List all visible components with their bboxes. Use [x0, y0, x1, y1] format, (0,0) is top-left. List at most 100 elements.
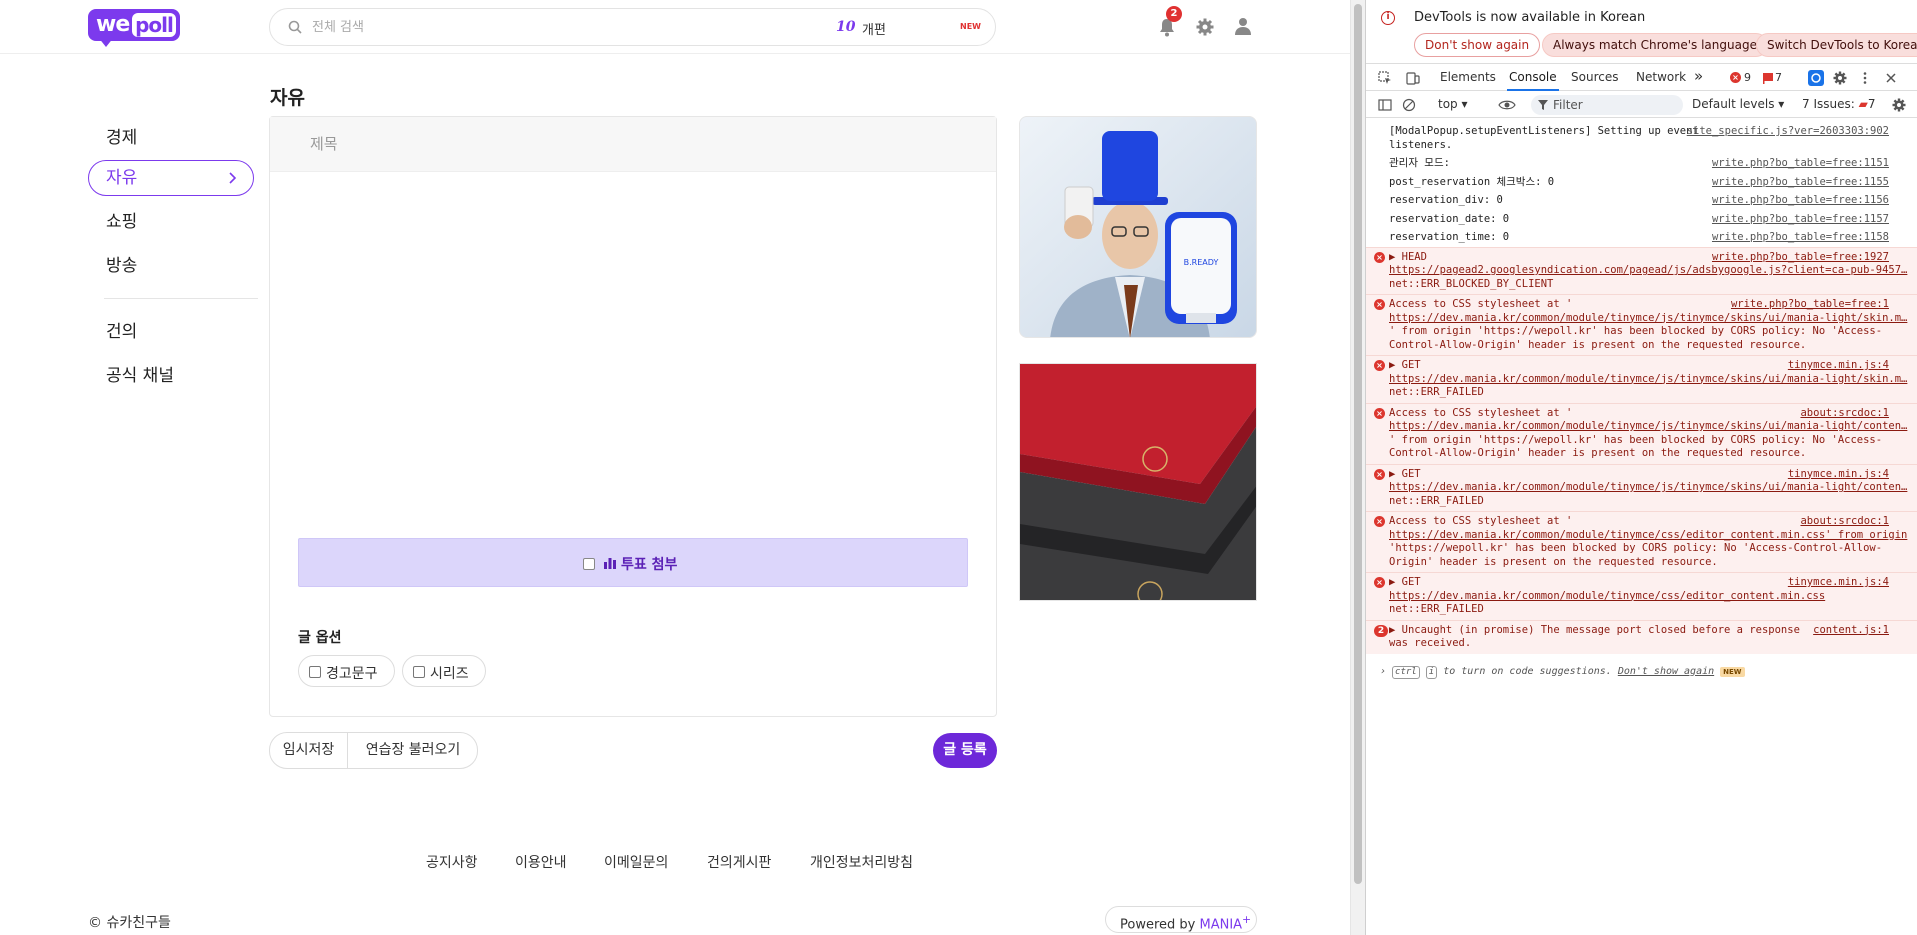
- issues-button[interactable]: 7 Issues: ▰7: [1802, 97, 1875, 111]
- footer-link-suggestion-board[interactable]: 건의게시판: [707, 852, 771, 872]
- console-error-row[interactable]: × ▶ GET https://dev.mania.kr/common/module…: [1366, 355, 1917, 403]
- console-error-row[interactable]: × Access to CSS stylesheet at ' https://de…: [1366, 511, 1917, 572]
- hint-text: to turn on code suggestions.: [1437, 665, 1618, 677]
- console-source-link[interactable]: content.js:1: [1813, 624, 1889, 638]
- console-message-line: listeners.: [1389, 138, 1453, 151]
- powered-by-badge[interactable]: Powered by MANIA+: [1105, 906, 1257, 933]
- console-log-row[interactable]: reservation_time: 0 write.php?bo_table=fr…: [1366, 228, 1917, 247]
- warning-counter[interactable]: 7: [1775, 71, 1782, 84]
- console-source-link[interactable]: about:srcdoc:1: [1800, 407, 1889, 421]
- log-levels-dropdown[interactable]: Default levels ▾: [1692, 97, 1784, 111]
- console-message-line[interactable]: https://dev.mania.kr/common/module/tinym…: [1389, 312, 1907, 326]
- switch-language-button[interactable]: Switch DevTools to Korean: [1756, 33, 1917, 57]
- console-error-row[interactable]: × Access to CSS stylesheet at ' https://de…: [1366, 402, 1917, 464]
- tab-console[interactable]: Console: [1509, 70, 1557, 84]
- sidebar-item-economy[interactable]: 경제: [88, 120, 254, 156]
- console-source-link[interactable]: write.php?bo_table=free:1156: [1712, 194, 1889, 208]
- console-source-link[interactable]: tinymce.min.js:4: [1788, 468, 1889, 482]
- inspect-element-icon[interactable]: [1378, 71, 1392, 85]
- gear-icon[interactable]: [1833, 71, 1847, 85]
- console-log-row[interactable]: post_reservation 체크박스: 0 write.php?bo_tab…: [1366, 173, 1917, 192]
- eye-icon[interactable]: [1498, 98, 1516, 112]
- console-settings-gear-icon[interactable]: [1892, 98, 1906, 112]
- console-source-link[interactable]: write.php?bo_table=free:1151: [1712, 157, 1889, 171]
- console-message-line[interactable]: https://dev.mania.kr/common/module/tinym…: [1389, 373, 1907, 387]
- console-source-link[interactable]: write.php?bo_table=free:1155: [1712, 176, 1889, 190]
- console-error-row[interactable]: × ▶ GET https://dev.mania.kr/common/module…: [1366, 572, 1917, 620]
- context-selector[interactable]: top ▾: [1438, 97, 1468, 111]
- page-scrollbar[interactable]: [1350, 0, 1365, 935]
- search-bar[interactable]: 10 개편 NEW: [269, 8, 996, 46]
- attach-poll-checkbox[interactable]: [583, 558, 595, 570]
- temp-save-button[interactable]: 임시저장: [270, 733, 348, 768]
- ad-banner-sunstick[interactable]: B.READY: [1019, 116, 1257, 338]
- attach-poll-button[interactable]: 투표 첨부: [298, 538, 968, 587]
- user-profile-icon[interactable]: [1234, 16, 1252, 36]
- option-series-checkbox[interactable]: [413, 666, 425, 678]
- device-toolbar-icon[interactable]: [1406, 71, 1420, 85]
- kebab-menu-icon[interactable]: [1858, 71, 1872, 85]
- clear-console-icon[interactable]: [1402, 98, 1416, 112]
- sidebar-item-shopping[interactable]: 쇼핑: [88, 204, 254, 240]
- console-filter-input[interactable]: Filter: [1531, 95, 1683, 115]
- console-error-row[interactable]: × ▶ GET https://dev.mania.kr/common/module…: [1366, 463, 1917, 511]
- footer-link-privacy[interactable]: 개인정보처리방침: [810, 852, 913, 872]
- sidebar-toggle-icon[interactable]: [1378, 98, 1392, 112]
- console-log-row[interactable]: reservation_date: 0 write.php?bo_table=fr…: [1366, 210, 1917, 229]
- footer-link-email[interactable]: 이메일문의: [604, 852, 668, 872]
- console-log-row[interactable]: [ModalPopup.setupEventListeners] Setting…: [1366, 122, 1917, 154]
- sync-settings-icon[interactable]: [1808, 70, 1824, 86]
- option-series[interactable]: 시리즈: [402, 655, 486, 687]
- website-viewport: we poll 10 개편 NEW 2 경제 자유 쇼핑 방송 건의 공식 채널…: [0, 0, 1350, 935]
- wepoll-logo[interactable]: we poll: [88, 9, 180, 47]
- gear-icon[interactable]: [1196, 18, 1214, 36]
- console-message-line[interactable]: https://dev.mania.kr/common/module/tinym…: [1389, 529, 1907, 543]
- dont-show-again-button[interactable]: Don't show again: [1414, 33, 1541, 57]
- trending-keyword[interactable]: 개편: [862, 19, 886, 38]
- option-warning-checkbox[interactable]: [309, 666, 321, 678]
- load-draft-button[interactable]: 연습장 불러오기: [348, 733, 478, 768]
- console-message-line: post_reservation 체크박스: 0: [1389, 175, 1555, 188]
- submit-post-button[interactable]: 글 등록: [933, 733, 997, 768]
- footer-link-guide[interactable]: 이용안내: [515, 852, 567, 872]
- tab-elements[interactable]: Elements: [1440, 70, 1496, 84]
- console-message-line[interactable]: https://dev.mania.kr/common/module/tinym…: [1389, 590, 1825, 604]
- match-language-button[interactable]: Always match Chrome's language: [1542, 33, 1768, 57]
- console-log-row[interactable]: 관리자 모드: write.php?bo_table=free:1151: [1366, 154, 1917, 173]
- footer-link-notice[interactable]: 공지사항: [426, 852, 478, 872]
- error-counter[interactable]: 9: [1744, 71, 1751, 84]
- console-message-line[interactable]: https://dev.mania.kr/common/module/tinym…: [1389, 481, 1907, 495]
- tab-network[interactable]: Network: [1636, 70, 1686, 84]
- sidebar-item-free[interactable]: 자유: [88, 160, 254, 196]
- console-error-row[interactable]: × ▶ HEAD https://pagead2.googlesyndication…: [1366, 246, 1917, 294]
- console-error-row[interactable]: 2 ▶ Uncaught (in promise) The message por…: [1366, 619, 1917, 654]
- title-input[interactable]: [310, 133, 950, 155]
- ad-banner-giftbox[interactable]: [1019, 363, 1257, 601]
- sidebar-item-broadcast[interactable]: 방송: [88, 248, 254, 284]
- console-source-link[interactable]: write.php?bo_table=free:1927: [1712, 251, 1889, 265]
- sidebar-item-suggestion[interactable]: 건의: [88, 314, 254, 350]
- page-scrollbar-thumb[interactable]: [1354, 4, 1362, 884]
- tab-sources[interactable]: Sources: [1571, 70, 1618, 84]
- console-message-line[interactable]: https://pagead2.googlesyndication.com/pa…: [1389, 264, 1907, 278]
- console-message-line: ▶ GET: [1389, 576, 1421, 588]
- editor-content-area[interactable]: [270, 173, 996, 473]
- console-source-link[interactable]: tinymce.min.js:4: [1788, 576, 1889, 590]
- console-source-link[interactable]: site_specific.js?ver=2603303:902: [1687, 125, 1889, 139]
- console-log-row[interactable]: reservation_div: 0 write.php?bo_table=fre…: [1366, 191, 1917, 210]
- close-icon[interactable]: [1884, 71, 1898, 85]
- console-source-link[interactable]: write.php?bo_table=free:1158: [1712, 231, 1889, 245]
- console-source-link[interactable]: write.php?bo_table=free:1157: [1712, 213, 1889, 227]
- console-source-link[interactable]: tinymce.min.js:4: [1788, 359, 1889, 373]
- more-tabs-icon[interactable]: »: [1694, 67, 1703, 85]
- console-source-link[interactable]: about:srcdoc:1: [1800, 515, 1889, 529]
- hint-dont-show-link[interactable]: Don't show again: [1618, 666, 1714, 677]
- console-source-link[interactable]: write.php?bo_table=free:1: [1731, 298, 1889, 312]
- search-input[interactable]: [312, 17, 792, 37]
- console-message-line: Access to CSS stylesheet at ': [1389, 515, 1573, 527]
- console-error-row[interactable]: × Access to CSS stylesheet at ' https://de…: [1366, 294, 1917, 355]
- error-repeat-count: 2: [1374, 624, 1388, 637]
- option-warning-text[interactable]: 경고문구: [298, 655, 395, 687]
- console-message-line[interactable]: https://dev.mania.kr/common/module/tinym…: [1389, 420, 1907, 434]
- sidebar-item-official-channel[interactable]: 공식 채널: [88, 358, 254, 394]
